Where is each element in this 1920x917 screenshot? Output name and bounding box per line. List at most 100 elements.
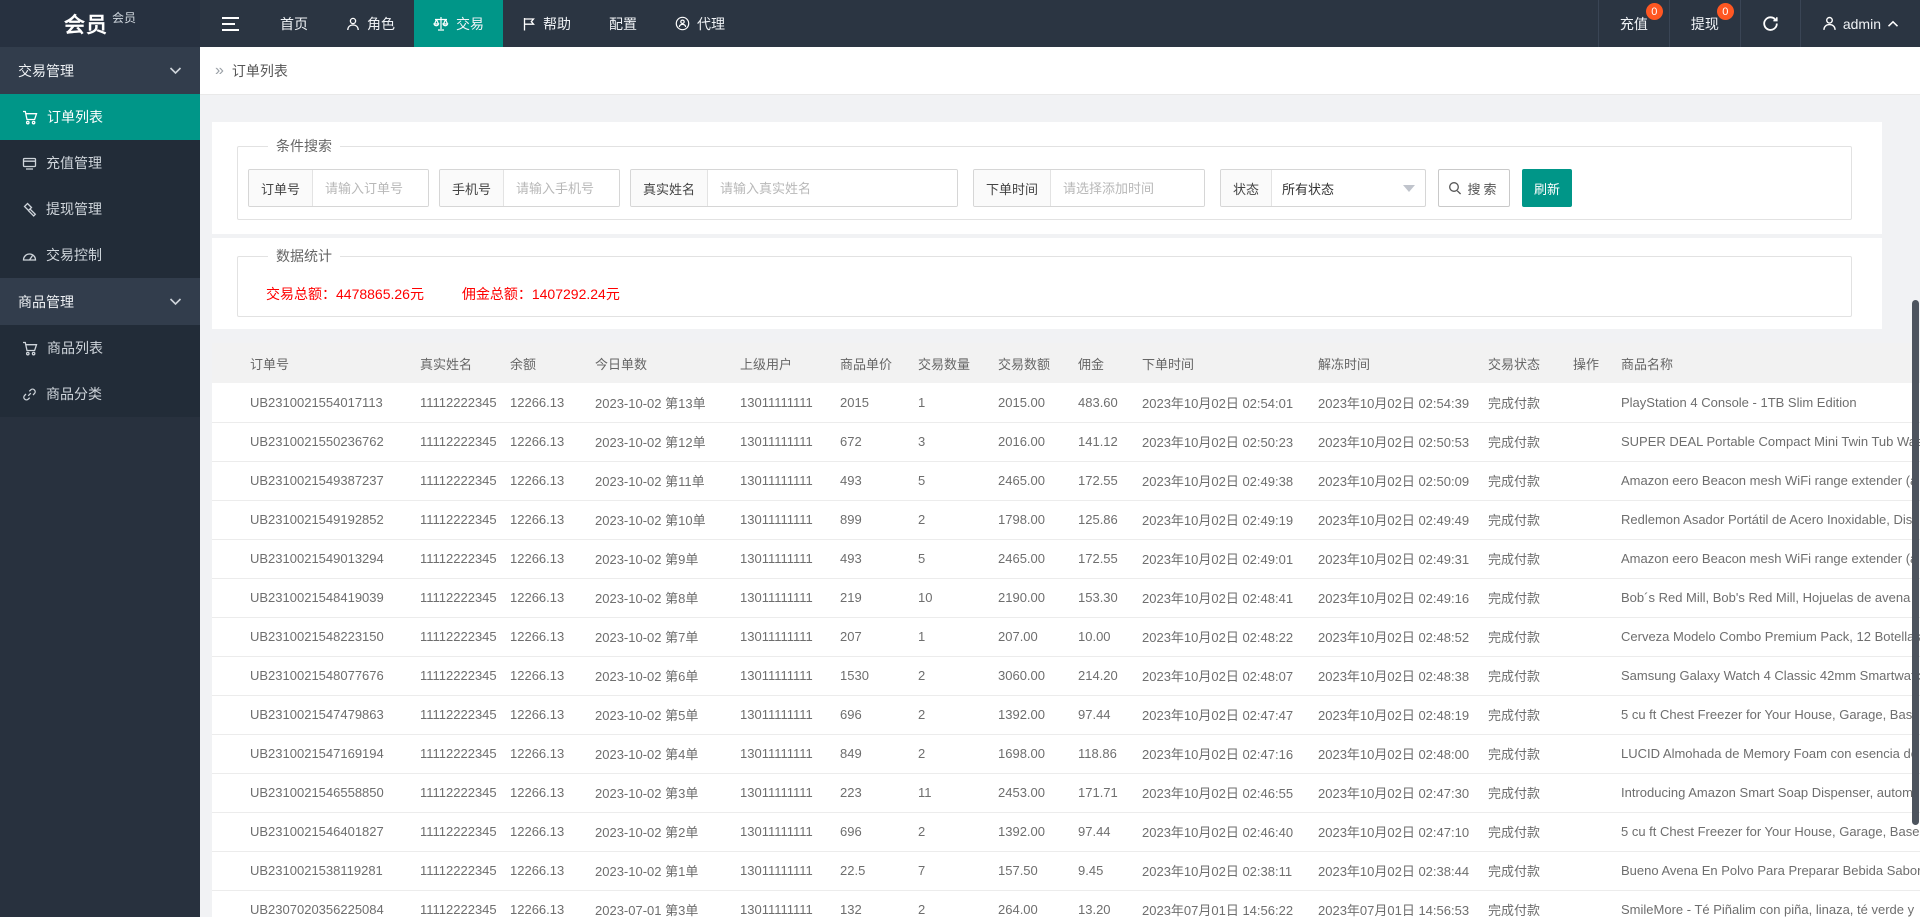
cell-commission: 118.86: [1078, 746, 1117, 761]
sidebar-item-trade-control[interactable]: 交易控制: [0, 232, 200, 278]
sidebar-group-trade-management[interactable]: 交易管理: [0, 47, 200, 94]
sidebar-item-product-list[interactable]: 商品列表: [0, 325, 200, 371]
cell-product-name: SmileMore - Té Piñalim con piña, linaza,…: [1621, 902, 1915, 917]
vertical-scrollbar[interactable]: [1912, 300, 1919, 825]
recharge-button[interactable]: 充值 0: [1597, 0, 1669, 47]
cell-product-name: Introducing Amazon Smart Soap Dispenser,…: [1621, 785, 1913, 800]
cell-real-name: 11112222345: [420, 551, 497, 566]
nav-item-role[interactable]: 角色: [327, 0, 414, 47]
phone-field: 手机号: [439, 169, 620, 207]
nav-item-home[interactable]: 首页: [261, 0, 327, 47]
sidebar-item-label: 商品列表: [47, 340, 103, 356]
cell-parent-user: 13011111111: [740, 473, 813, 488]
search-button[interactable]: 搜索: [1438, 169, 1510, 207]
total-amount-value: 4478865.26元: [336, 286, 424, 302]
recharge-icon: [22, 156, 37, 170]
cell-unit-price: 132: [840, 902, 862, 917]
cell-commission: 172.55: [1078, 473, 1118, 488]
recharge-label: 充值: [1619, 15, 1648, 32]
cell-amount: 2016.00: [998, 434, 1045, 449]
order-no-input[interactable]: [313, 170, 428, 206]
cell-action: [1573, 539, 1621, 578]
cell-quantity: 2: [918, 707, 926, 722]
cell-commission: 97.44: [1078, 824, 1111, 839]
nav-label: 首页: [280, 15, 308, 32]
nav-item-config[interactable]: 配置: [590, 0, 656, 47]
sidebar-group-product-management[interactable]: 商品管理: [0, 278, 200, 325]
real-name-input[interactable]: [708, 170, 957, 206]
cell-parent-user: 13011111111: [740, 629, 813, 644]
sidebar-item-label: 交易控制: [46, 247, 102, 263]
page-title: 订单列表: [231, 62, 288, 79]
col-header-parent-user: 上级用户: [740, 356, 793, 372]
sidebar-item-order-list[interactable]: 订单列表: [0, 94, 200, 140]
withdraw-button[interactable]: 提现 0: [1668, 0, 1740, 47]
table-row: UB2310021549192852 11112222345 12266.13 202…: [212, 500, 1920, 539]
nav-item-help[interactable]: 帮助: [503, 0, 590, 47]
sidebar-item-withdraw-management[interactable]: 提现管理: [0, 186, 200, 232]
topbar: 会员 会员 首页 角色 交易 帮助 配置 代理 充值 0 提现 0 admin: [0, 0, 1920, 47]
cart-icon: [22, 110, 38, 125]
cell-order-time: 2023年10月02日 02:48:22: [1142, 630, 1294, 645]
cell-today-count: 2023-10-02 第6单: [595, 669, 699, 684]
status-select[interactable]: 所有状态: [1272, 170, 1425, 206]
cell-product-name: Amazon eero Beacon mesh WiFi range exten…: [1621, 551, 1918, 566]
cell-order-time: 2023年10月02日 02:46:40: [1142, 825, 1294, 840]
topbar-right: 充值 0 提现 0 admin: [1597, 0, 1920, 47]
cell-action: [1573, 461, 1621, 500]
cell-quantity: 1: [918, 629, 926, 644]
cell-amount: 2015.00: [998, 394, 1045, 410]
phone-input[interactable]: [504, 170, 619, 206]
cell-real-name: 11112222345: [420, 668, 497, 683]
sidebar-item-recharge-management[interactable]: 充值管理: [0, 140, 200, 186]
cell-amount: 264.00: [998, 902, 1038, 917]
cell-parent-user: 13011111111: [740, 668, 813, 683]
cell-amount: 2465.00: [998, 473, 1045, 488]
refresh-icon[interactable]: [1739, 0, 1800, 47]
cell-commission: 153.30: [1078, 590, 1118, 605]
table-row: UB2310021538119281 11112222345 12266.13 202…: [212, 851, 1920, 890]
cell-parent-user: 13011111111: [740, 785, 813, 800]
cell-balance: 12266.13: [510, 824, 565, 839]
cell-order-time: 2023年10月02日 02:50:23: [1142, 435, 1294, 450]
table-row: UB2310021550236762 11112222345 12266.13 202…: [212, 422, 1920, 461]
order-time-input[interactable]: [1051, 170, 1204, 206]
nav-item-agent[interactable]: 代理: [656, 0, 744, 47]
cell-parent-user: 13011111111: [740, 863, 813, 878]
cell-amount: 2465.00: [998, 551, 1045, 566]
cell-today-count: 2023-10-02 第5单: [595, 708, 699, 723]
cell-order-no: UB2310021548419039: [250, 590, 384, 605]
cell-action: [1573, 617, 1621, 656]
cell-quantity: 2: [918, 902, 926, 917]
sidebar-item-product-category[interactable]: 商品分类: [0, 371, 200, 417]
cell-commission: 9.45: [1078, 863, 1104, 878]
cell-product-name: Samsung Galaxy Watch 4 Classic 42mm Smar…: [1621, 668, 1920, 683]
withdraw-badge: 0: [1716, 3, 1734, 20]
cell-order-no: UB2310021546558850: [250, 785, 384, 800]
cell-unit-price: 493: [840, 473, 862, 488]
nav-item-trade[interactable]: 交易: [414, 0, 503, 47]
cell-balance: 12266.13: [510, 551, 565, 566]
menu-toggle-icon[interactable]: [200, 0, 261, 47]
cell-order-no: UB2310021554017113: [250, 394, 383, 410]
cell-real-name: 11112222345: [420, 746, 497, 761]
user-menu[interactable]: admin: [1799, 0, 1920, 47]
cell-real-name: 11112222345: [420, 863, 497, 878]
status-value: 所有状态: [1282, 181, 1335, 197]
cell-status: 完成付款: [1488, 474, 1541, 489]
cell-unit-price: 219: [840, 590, 862, 605]
refresh-button[interactable]: 刷新: [1522, 169, 1572, 207]
cell-today-count: 2023-10-02 第8单: [595, 591, 699, 606]
cell-unit-price: 22.5: [840, 863, 866, 878]
recharge-badge: 0: [1645, 3, 1663, 20]
cart-icon: [22, 341, 38, 356]
cell-commission: 171.71: [1078, 785, 1118, 800]
cell-status: 完成付款: [1488, 786, 1541, 801]
cell-unfreeze-time: 2023年10月02日 02:49:49: [1318, 513, 1470, 528]
cell-today-count: 2023-10-02 第12单: [595, 435, 706, 450]
cell-today-count: 2023-10-02 第3单: [595, 786, 699, 801]
col-header-balance: 余额: [510, 356, 537, 372]
sidebar-item-label: 充值管理: [46, 155, 102, 171]
cell-balance: 12266.13: [510, 785, 565, 800]
cell-unfreeze-time: 2023年10月02日 02:48:38: [1318, 669, 1470, 684]
